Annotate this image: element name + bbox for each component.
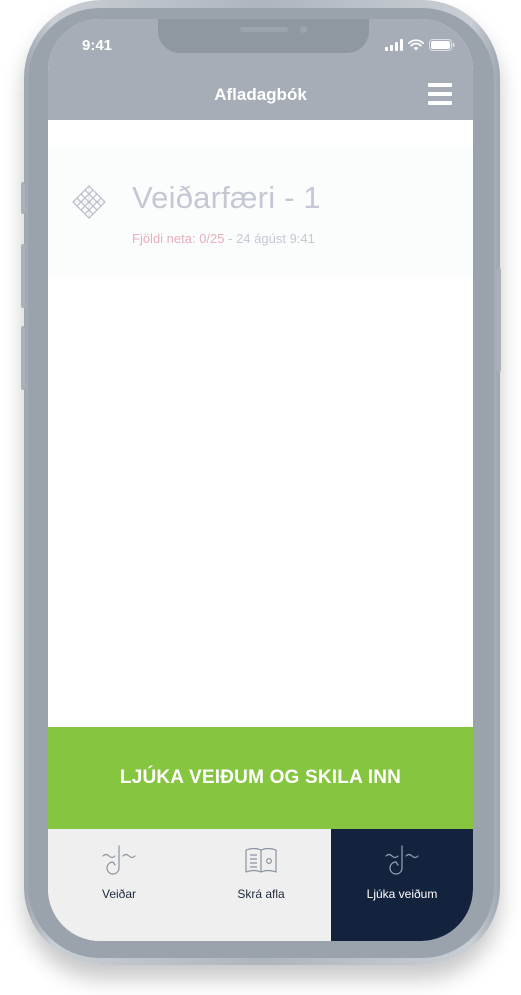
gear-meta: Fjöldi neta: 0/25 - 24 ágúst 9:41 [132,231,315,246]
hamburger-menu-icon[interactable] [428,83,452,105]
finish-and-submit-button[interactable]: LJÚKA VEIÐUM OG SKILA INN [48,727,473,829]
gear-name: Veiðarfæri - 1 [132,180,321,215]
top-bar: 9:41 Afladagbók [48,19,473,120]
status-icons [385,39,455,51]
fishing-hook-icon [102,845,136,875]
tab-finish-fishing[interactable]: Ljúka veiðum [331,829,473,941]
logbook-icon [245,847,277,873]
app-screen: 9:41 Afladagbók Veiðarfæri - 1 Fjöldi ne… [48,19,473,941]
page-title: Afladagbók [214,85,307,104]
main-content: Veiðarfæri - 1 Fjöldi neta: 0/25 - 24 ág… [48,120,473,726]
wifi-icon [408,39,424,51]
silent-switch [21,182,25,214]
cellular-signal-icon [385,39,403,51]
net-count: Fjöldi neta: 0/25 [132,231,225,246]
power-button [497,268,501,372]
fishing-hook-icon [385,845,419,875]
tab-fishing[interactable]: Veiðar [48,829,190,941]
battery-icon [429,39,455,51]
tab-bar: Veiðar Skrá afla Ljúka veiðum [48,829,473,941]
speaker [240,27,288,32]
tab-finish-fishing-label: Ljúka veiðum [366,887,438,901]
volume-down-button [21,326,25,390]
meta-separator: - [224,231,237,246]
net-icon [72,185,106,219]
camera-icon [300,26,307,33]
notch [158,19,369,53]
gear-list-item[interactable]: Veiðarfæri - 1 Fjöldi neta: 0/25 - 24 ág… [48,145,473,277]
volume-up-button [21,244,25,308]
status-time: 9:41 [82,37,113,54]
tab-fishing-label: Veiðar [101,887,137,901]
gear-timestamp: 24 ágúst 9:41 [236,231,315,246]
tab-record-catch-label: Skrá afla [237,887,285,901]
tab-record-catch[interactable]: Skrá afla [190,829,332,941]
